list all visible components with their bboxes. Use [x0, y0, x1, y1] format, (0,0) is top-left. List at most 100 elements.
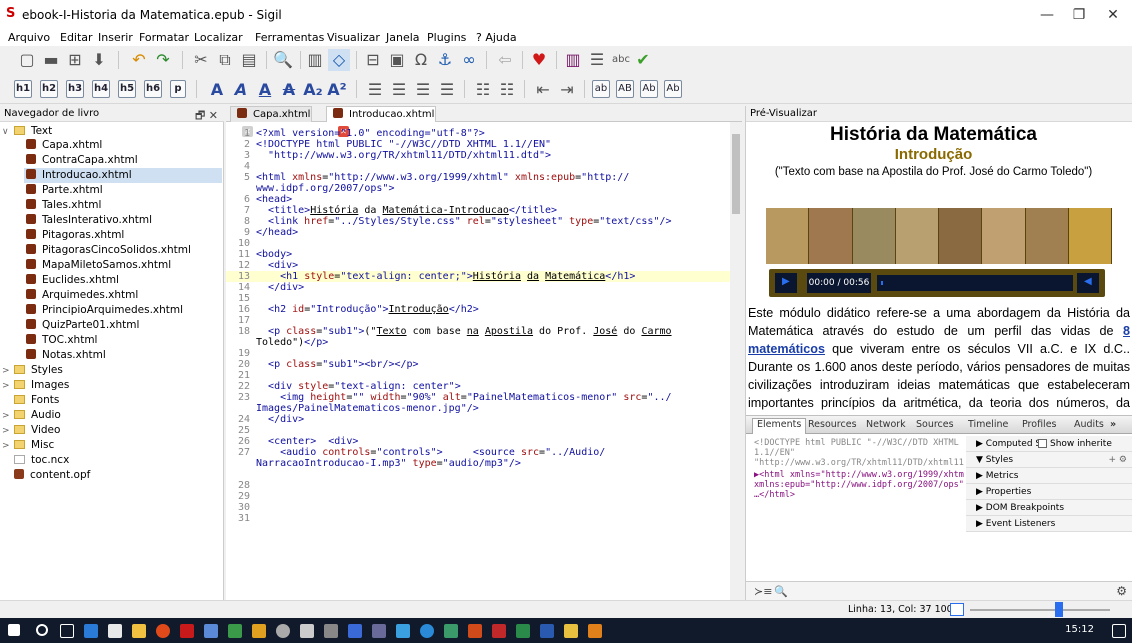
tab-timeline[interactable]: Timeline — [968, 419, 1008, 430]
paragraph-button[interactable]: p — [170, 80, 186, 98]
tree-file[interactable]: PitagorasCincoSolidos.xhtml — [26, 243, 222, 258]
tab-audits[interactable]: Audits — [1074, 419, 1104, 430]
insert-image-icon[interactable]: ▣ — [386, 49, 408, 71]
heading-h6-button[interactable]: h6 — [144, 80, 162, 98]
word-icon[interactable] — [540, 624, 554, 638]
tree-folder-text[interactable]: ∨ Text — [2, 124, 52, 139]
panel-controls[interactable]: 🗗 ✕ — [195, 107, 218, 126]
align-left-icon[interactable]: ☰ — [364, 79, 386, 101]
tree-folder-styles[interactable]: > Styles — [2, 363, 63, 378]
search-icon[interactable]: 🔍 — [774, 585, 788, 598]
new-file-icon[interactable]: ▢ — [16, 49, 38, 71]
code-line[interactable]: 27 <audio controls="controls"> <source s… — [226, 447, 730, 458]
find-icon[interactable]: 🔍 — [272, 49, 294, 71]
tree-file[interactable]: Capa.xhtml — [26, 138, 222, 153]
notifications-icon[interactable] — [1112, 624, 1126, 638]
app-icon[interactable] — [372, 624, 386, 638]
tab-capa[interactable]: Capa.xhtml✕ — [230, 106, 312, 137]
start-icon[interactable] — [8, 624, 20, 636]
chrome-icon[interactable] — [156, 624, 170, 638]
decrease-indent-icon[interactable]: ⇤ — [532, 79, 554, 101]
code-line[interactable] — [226, 469, 730, 480]
chevron-right-icon[interactable]: > — [2, 439, 10, 454]
menu-ajuda[interactable]: ? Ajuda — [476, 31, 517, 44]
app-icon[interactable] — [204, 624, 218, 638]
tree-file-content-opf[interactable]: content.opf — [14, 468, 90, 483]
code-line[interactable]: 12 <div> — [226, 260, 730, 271]
chevron-down-icon[interactable]: ∨ — [2, 125, 10, 140]
code-line[interactable]: 7 <title>História da Matemática-Introduc… — [226, 205, 730, 216]
check-icon[interactable]: ✔ — [632, 49, 654, 71]
tabs-overflow[interactable]: » — [1110, 419, 1116, 430]
validate-heart-icon[interactable]: ♥ — [528, 49, 550, 71]
menu-formatar[interactable]: Formatar — [139, 31, 189, 44]
search-icon[interactable] — [36, 624, 48, 636]
tree-file[interactable]: Tales.xhtml — [26, 198, 222, 213]
dom-line[interactable]: xmlns:epub="http://www.idpf.org/2007/ops… — [754, 480, 964, 490]
tree-file[interactable]: QuizParte01.xhtml — [26, 318, 222, 333]
save-icon[interactable]: ⬇ — [88, 49, 110, 71]
meta-editor-icon[interactable]: ▥ — [562, 49, 584, 71]
tab-elements[interactable]: Elements — [752, 418, 807, 434]
code-line[interactable]: 29 — [226, 491, 730, 502]
editor-scrollbar[interactable] — [730, 122, 742, 600]
dom-line[interactable]: …</html> — [754, 490, 964, 500]
open-file-icon[interactable]: ▬ — [40, 49, 62, 71]
heading-h2-button[interactable]: h2 — [40, 80, 58, 98]
superscript-icon[interactable]: A² — [326, 79, 348, 101]
powerpoint-icon[interactable] — [468, 624, 482, 638]
minimize-button[interactable]: — — [1032, 4, 1062, 26]
play-button[interactable]: ▶ — [775, 273, 797, 293]
app-icon[interactable] — [324, 624, 338, 638]
code-line[interactable]: 26 <center> <div> — [226, 436, 730, 447]
undo-icon[interactable]: ↶ — [128, 49, 150, 71]
spellcheck-icon[interactable]: abc — [610, 49, 632, 71]
toc-icon[interactable]: ☰ — [586, 49, 608, 71]
code-line[interactable]: 23 <img height="" width="90%" alt="Paine… — [226, 392, 730, 403]
cut-icon[interactable]: ✂ — [190, 49, 212, 71]
app-icon[interactable] — [396, 624, 410, 638]
heading-h4-button[interactable]: h4 — [92, 80, 110, 98]
numbered-list-icon[interactable]: ☷ — [496, 79, 518, 101]
tree-file[interactable]: Pitagoras.xhtml — [26, 228, 222, 243]
menu-janela[interactable]: Janela — [386, 31, 420, 44]
code-line[interactable]: Toledo")</p> — [226, 337, 730, 348]
tree-file[interactable]: ContraCapa.xhtml — [26, 153, 222, 168]
underline-icon[interactable]: A — [254, 79, 276, 101]
code-line[interactable]: 5 <html xmlns="http://www.w3.org/1999/xht… — [226, 172, 730, 183]
add-file-icon[interactable]: ⊞ — [64, 49, 86, 71]
menu-arquivo[interactable]: Arquivo — [8, 31, 50, 44]
code-line[interactable]: 30 — [226, 502, 730, 513]
code-line[interactable]: 6 <head> — [226, 194, 730, 205]
code-line[interactable]: 21 — [226, 370, 730, 381]
chevron-right-icon[interactable]: > — [2, 364, 10, 379]
zoom-slider-handle[interactable] — [1055, 602, 1063, 617]
taskbar-clock[interactable]: 15:12 — [1065, 624, 1094, 635]
app-icon[interactable] — [420, 624, 434, 638]
app-icon[interactable] — [276, 624, 290, 638]
dom-line[interactable]: 1.1//EN" — [754, 448, 964, 458]
app-icon[interactable] — [348, 624, 362, 638]
show-inherited-checkbox[interactable] — [1038, 439, 1047, 448]
code-line[interactable]: Images/PainelMatematicos-menor.jpg"/> — [226, 403, 730, 414]
tree-file[interactable]: Notas.xhtml — [26, 348, 222, 363]
bullet-list-icon[interactable]: ☷ — [472, 79, 494, 101]
tree-file-selected[interactable]: Introducao.xhtml — [24, 168, 222, 183]
tree-file[interactable]: PrincipioArquimedes.xhtml — [26, 303, 222, 318]
properties-row[interactable]: ▶ Properties — [966, 484, 1132, 500]
book-view-icon[interactable]: ▥ — [304, 49, 326, 71]
code-line[interactable]: 24 </div> — [226, 414, 730, 425]
insert-special-char-icon[interactable]: Ω — [410, 49, 432, 71]
tree-file[interactable]: MapaMiletoSamos.xhtml — [26, 258, 222, 273]
excel-icon[interactable] — [516, 624, 530, 638]
close-button[interactable]: ✕ — [1098, 4, 1128, 26]
tree-folder-audio[interactable]: > Audio — [2, 408, 61, 423]
explorer-icon[interactable] — [132, 624, 146, 638]
titlecase-button[interactable]: Ab — [640, 80, 658, 98]
heading-h5-button[interactable]: h5 — [118, 80, 136, 98]
back-icon[interactable]: ⇦ — [494, 49, 516, 71]
align-center-icon[interactable]: ☰ — [388, 79, 410, 101]
chevron-right-icon[interactable]: > — [2, 409, 10, 424]
code-line[interactable]: 19 — [226, 348, 730, 359]
app-icon[interactable] — [564, 624, 578, 638]
